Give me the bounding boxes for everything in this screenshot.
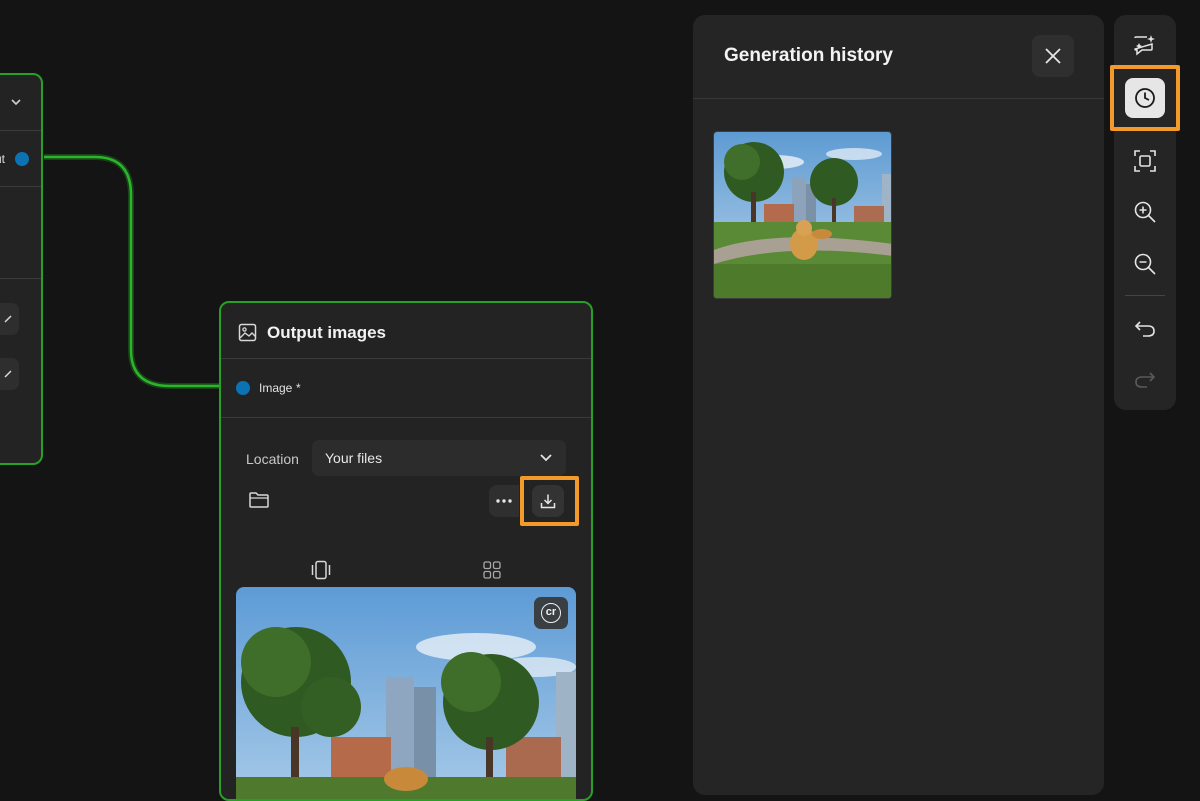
pencil-icon — [3, 369, 13, 379]
close-button[interactable] — [1032, 35, 1074, 77]
more-options-button[interactable] — [489, 485, 519, 517]
right-toolbar — [1110, 15, 1180, 410]
left-node[interactable]: ut — [0, 73, 43, 465]
output-image-preview[interactable]: cr — [236, 587, 576, 799]
ai-chat-icon — [1132, 34, 1158, 58]
folder-icon[interactable] — [248, 491, 270, 509]
chevron-down-icon — [539, 452, 553, 464]
carousel-view-icon[interactable] — [310, 560, 332, 580]
zoom-in-button[interactable] — [1125, 192, 1165, 232]
redo-button[interactable] — [1125, 360, 1165, 400]
more-icon — [496, 499, 512, 503]
divider — [0, 278, 41, 279]
input-port[interactable] — [236, 381, 250, 395]
location-label: Location — [246, 451, 299, 467]
generation-history-panel: Generation history — [693, 15, 1104, 795]
cr-badge-label: cr — [541, 603, 561, 623]
image-icon — [238, 323, 257, 342]
divider — [693, 98, 1104, 99]
zoom-out-icon — [1133, 252, 1157, 276]
toolbar-divider — [1125, 295, 1165, 296]
content-credentials-badge[interactable]: cr — [534, 597, 568, 629]
divider — [0, 130, 41, 131]
node-title: Output images — [267, 323, 387, 342]
fit-screen-icon — [1133, 149, 1157, 173]
port-label: ut — [0, 152, 6, 166]
edit-button[interactable] — [0, 358, 19, 390]
history-highlight — [1110, 65, 1180, 131]
pencil-icon — [3, 314, 13, 324]
download-highlight — [520, 476, 579, 526]
output-port[interactable] — [15, 152, 29, 166]
divider — [221, 417, 591, 418]
chevron-down-icon[interactable] — [9, 95, 23, 109]
divider — [0, 186, 41, 187]
zoom-in-icon — [1133, 200, 1157, 224]
fit-screen-button[interactable] — [1125, 141, 1165, 181]
location-select[interactable]: Your files — [312, 440, 566, 476]
undo-button[interactable] — [1125, 309, 1165, 349]
redo-icon — [1134, 371, 1156, 389]
required-marker: * — [296, 381, 301, 395]
ai-chat-button[interactable] — [1125, 26, 1165, 66]
close-icon — [1044, 47, 1062, 65]
edit-button[interactable] — [0, 303, 19, 335]
location-value: Your files — [325, 450, 383, 466]
undo-icon — [1134, 320, 1156, 338]
divider — [221, 358, 591, 359]
grid-view-icon[interactable] — [483, 561, 501, 579]
history-thumbnail[interactable] — [713, 131, 892, 299]
port-label: Image — [259, 381, 293, 395]
zoom-out-button[interactable] — [1125, 244, 1165, 284]
panel-title: Generation history — [724, 45, 893, 66]
output-images-node[interactable]: Output images Image * Location Your file… — [219, 301, 593, 801]
